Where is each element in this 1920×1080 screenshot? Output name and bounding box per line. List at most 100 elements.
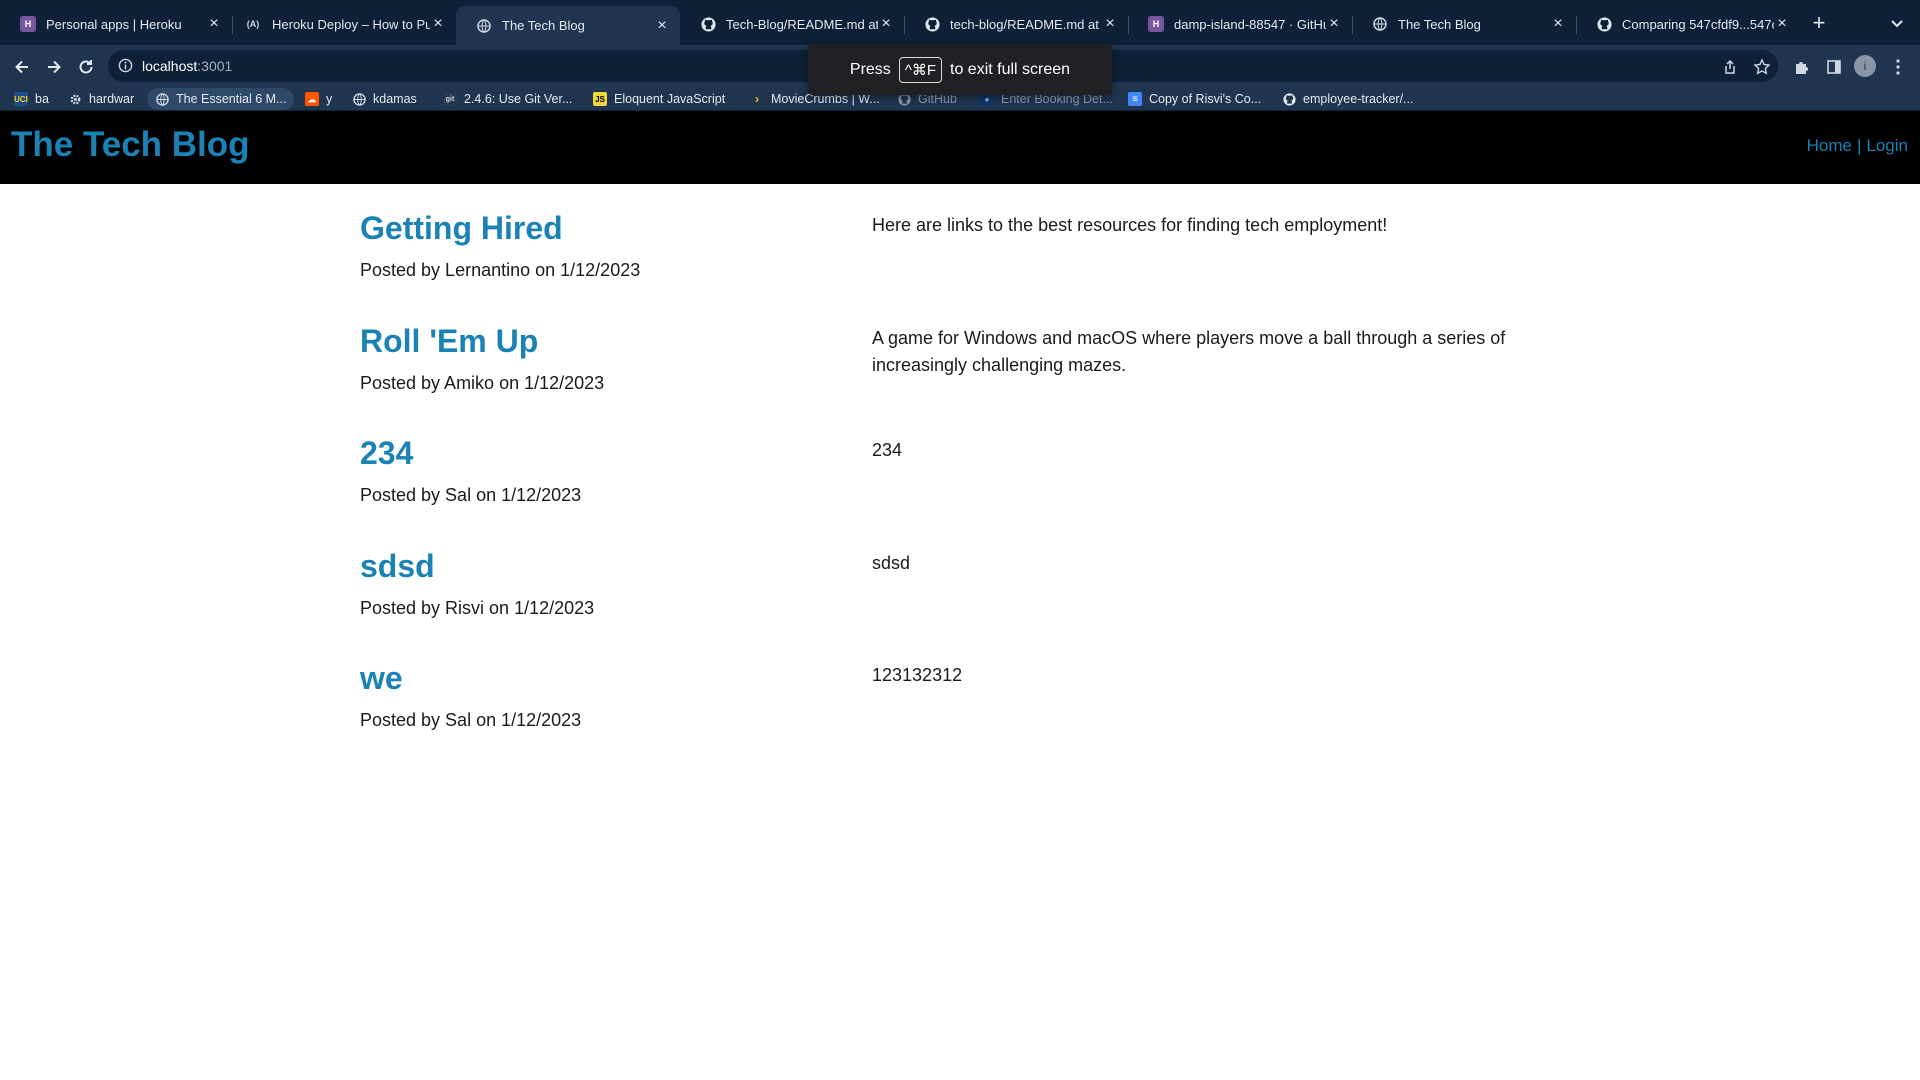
browser-tab-active[interactable]: The Tech Blog × [456,6,680,45]
tab-title: Heroku Deploy – How to Push [272,16,430,32]
extensions-puzzle-icon[interactable] [1790,55,1814,79]
close-icon[interactable]: × [654,17,670,35]
close-icon[interactable]: × [206,15,222,33]
heroku-icon: H [20,16,36,32]
browser-tab[interactable]: The Tech Blog × [1352,8,1576,40]
bookmark-item[interactable]: ☁ y [305,88,332,110]
chevron-down-icon[interactable] [1885,14,1909,34]
browser-tab-strip: H Personal apps | Heroku × (A) Heroku De… [0,0,1920,45]
forward-arrow-icon[interactable] [42,55,66,79]
close-icon[interactable]: × [878,15,894,33]
profile-avatar[interactable]: i [1854,55,1876,77]
bookmark-label: hardwar [89,92,135,106]
reload-icon[interactable] [74,55,98,79]
toast-prefix: Press [849,60,891,78]
browser-tab[interactable]: H damp-island-88547 · GitHub × [1128,8,1352,40]
nav-login-link[interactable]: Login [1866,136,1908,155]
side-panel-icon[interactable] [1822,55,1846,79]
post-body: 123132312 [872,665,963,685]
bookmark-item[interactable]: JS Eloquent JavaScript [593,88,725,110]
nav-separator: | [1856,136,1862,155]
bookmark-label: Eloquent JavaScript [614,92,726,106]
tab-title: Comparing 547cfdf9...547c [1622,16,1774,32]
close-icon[interactable]: × [1102,15,1118,33]
browser-tab[interactable]: H Personal apps | Heroku × [0,8,232,40]
bookmark-label: The Essential 6 M... [176,92,287,106]
post-body: sdsd [872,552,911,573]
tab-title: The Tech Blog [1398,16,1481,32]
globe-icon [476,18,492,34]
soundcloud-icon: ☁ [305,92,319,106]
bookmark-item[interactable]: The Essential 6 M... [147,88,295,110]
globe-icon [352,92,366,106]
bookmark-label: kdamas [373,92,417,106]
share-icon[interactable] [1718,55,1742,79]
post-title[interactable]: we [360,660,403,697]
post-title[interactable]: Roll 'Em Up [360,323,538,360]
post-item: Roll 'Em Up Posted by Amiko on 1/12/2023… [360,323,1560,436]
close-icon[interactable]: × [1326,15,1342,33]
bookmark-label: Copy of Risvi's Co... [1149,92,1262,106]
new-tab-button[interactable]: + [1807,12,1831,36]
git-icon: git [443,92,457,106]
close-icon[interactable]: × [1774,15,1790,33]
bookmark-item[interactable]: UCI ba [14,88,49,110]
tab-title: Personal apps | Heroku [46,16,182,32]
post-body: 234 [872,440,903,460]
post-meta: Posted by Sal on 1/12/2023 [360,710,582,730]
back-arrow-icon[interactable] [10,55,34,79]
tab-title: Tech-Blog/README.md at m [726,16,878,32]
toast-shortcut: ^⌘F [898,56,943,83]
fullscreen-toast: Press ^⌘F to exit full screen [808,44,1112,95]
play-icon: › [755,92,759,106]
browser-tab[interactable]: Tech-Blog/README.md at m × [680,8,904,40]
github-icon [700,16,716,32]
browser-tab[interactable]: tech-blog/README.md at m × [904,8,1128,40]
globe-icon [1372,16,1388,32]
url-port: :3001 [197,58,233,74]
browser-tab[interactable]: (A) Heroku Deploy – How to Push × [224,8,456,40]
gear-icon [68,92,82,106]
bookmark-item[interactable]: ≡ Copy of Risvi's Co... [1128,88,1261,110]
post-body: Here are links to the best resources for… [872,215,1388,235]
url-text: localhost:3001 [142,58,232,74]
github-icon [1596,16,1612,32]
bookmark-label: y [326,92,333,106]
post-title[interactable]: Getting Hired [360,210,563,247]
browser-tab[interactable]: Comparing 547cfdf9...547c × [1576,8,1800,40]
heroku-icon: H [1148,16,1164,32]
site-header: The Tech Blog Home | Login [0,111,1920,184]
post-list: Getting Hired Posted by Lernantino on 1/… [360,210,1560,773]
tab-title: The Tech Blog [502,18,585,33]
url-host: localhost [142,58,198,74]
github-icon [1282,92,1296,106]
post-item: 234 Posted by Sal on 1/12/2023 234 [360,435,1560,548]
bookmark-item[interactable]: employee-tracker/... [1282,88,1413,110]
close-icon[interactable]: × [1550,15,1566,33]
site-title[interactable]: The Tech Blog [11,125,250,165]
post-title[interactable]: 234 [360,435,413,472]
tab-title: damp-island-88547 · GitHub [1174,16,1326,32]
globe-icon [155,92,169,106]
post-body: A game for Windows and macOS where playe… [872,327,1506,375]
bookmark-label: 2.4.6: Use Git Ver... [464,92,573,106]
close-icon[interactable]: × [430,15,446,33]
post-meta: Posted by Lernantino on 1/12/2023 [360,260,641,280]
bookmark-label: employee-tracker/... [1303,92,1414,106]
post-item: we Posted by Sal on 1/12/2023 123132312 [360,660,1560,773]
kebab-menu-icon[interactable] [1886,55,1910,79]
bookmark-item[interactable]: hardwar [68,88,134,110]
bookmark-item[interactable]: git 2.4.6: Use Git Ver... [443,88,572,110]
post-item: sdsd Posted by Risvi on 1/12/2023 sdsd [360,548,1560,661]
nav-home-link[interactable]: Home [1807,136,1852,155]
bookmark-item[interactable]: kdamas [352,88,417,110]
uci-icon: UCI [14,92,28,106]
post-title[interactable]: sdsd [360,548,435,585]
info-icon[interactable] [118,58,133,78]
js-icon: JS [593,92,607,106]
toast-suffix: to exit full screen [950,60,1071,78]
post-item: Getting Hired Posted by Lernantino on 1/… [360,210,1560,323]
bookmark-star-icon[interactable] [1750,55,1774,79]
docs-icon: ≡ [1128,92,1142,106]
tab-title: tech-blog/README.md at m [950,16,1102,32]
